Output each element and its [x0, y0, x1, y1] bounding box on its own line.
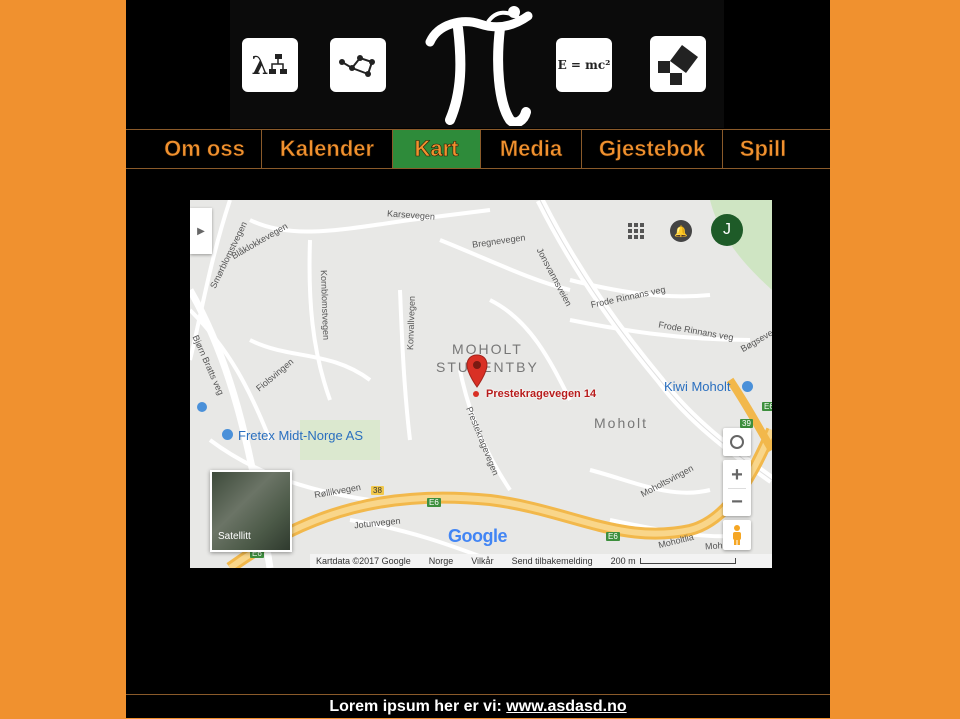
nav-item-kalender[interactable]: Kalender: [262, 130, 393, 168]
nav-item-kart[interactable]: Kart: [393, 130, 481, 168]
shop-icon: [742, 381, 753, 392]
zoom-out-button[interactable]: −: [731, 489, 743, 515]
nav-item-media[interactable]: Media: [481, 130, 582, 168]
account-avatar[interactable]: J: [711, 214, 743, 246]
road-shield: E6: [606, 532, 620, 541]
map-attribution-bar: Kartdata ©2017 Google Norge Vilkår Send …: [310, 554, 772, 568]
map-marker-icon[interactable]: [466, 354, 488, 388]
map-scale: 200 m: [611, 556, 736, 566]
marker-dot: [473, 391, 479, 397]
nav-item-om-oss[interactable]: Om oss: [148, 130, 262, 168]
shop-icon: [222, 429, 233, 440]
marker-label: Prestekragevegen 14: [486, 388, 597, 400]
satellite-label: Satellitt: [218, 531, 251, 542]
road-label: Konvallvegen: [405, 295, 417, 351]
my-location-button[interactable]: [723, 428, 751, 456]
crosshair-icon: [730, 435, 744, 449]
area-label-moholt-district: Moholt: [594, 415, 649, 431]
zoom-in-button[interactable]: +: [731, 462, 743, 488]
pi-figure-logo: [418, 2, 540, 128]
page-footer: Lorem ipsum her er vi: www.asdasd.no: [126, 694, 830, 719]
chevron-right-icon: ▶: [197, 225, 205, 237]
footer-text: Lorem ipsum her er vi:: [329, 698, 507, 715]
nav-item-gjestebok[interactable]: Gjestebok: [582, 130, 723, 168]
map-region-link[interactable]: Norge: [429, 556, 454, 566]
cart-icon: [197, 402, 207, 412]
zoom-control: + −: [723, 460, 751, 516]
road-shield: 38: [371, 486, 384, 495]
poi-fretex[interactable]: Fretex Midt-Norge AS: [238, 428, 363, 443]
map-scale-label: 200 m: [610, 556, 636, 566]
graph-network-icon: [330, 38, 386, 92]
map-attribution: Kartdata ©2017 Google: [316, 556, 411, 566]
road-shield: E6: [427, 498, 441, 507]
main-nav: Om oss Kalender Kart Media Gjestebok Spi…: [126, 129, 830, 169]
google-logo: Google: [448, 526, 508, 546]
satellite-toggle-button[interactable]: Satellitt: [210, 470, 292, 552]
emc2-icon: E = mc²: [556, 38, 612, 92]
lambda-flowchart-icon: λ: [242, 38, 298, 92]
side-panel-toggle[interactable]: ▶: [190, 208, 212, 254]
map-scale-bar: [639, 558, 736, 564]
road-shield: E6: [762, 402, 772, 411]
map-terms-link[interactable]: Vilkår: [471, 556, 493, 566]
emc2-text: E = mc²: [557, 58, 611, 72]
poi-kiwi[interactable]: Kiwi Moholt: [664, 379, 730, 394]
notifications-bell-icon[interactable]: 🔔: [670, 220, 692, 242]
nav-item-spill[interactable]: Spill: [723, 130, 803, 168]
header-banner: λ E = mc²: [230, 0, 724, 128]
lambda-text: λ: [251, 50, 269, 80]
pythagoras-icon: [650, 36, 706, 92]
apps-grid-icon[interactable]: [628, 223, 644, 239]
page-content: λ E = mc² Om oss Kalender Kart Media Gje…: [126, 0, 830, 718]
map-feedback-link[interactable]: Send tilbakemelding: [512, 556, 593, 566]
footer-link[interactable]: www.asdasd.no: [506, 698, 626, 715]
road-shield: 39: [740, 419, 753, 428]
street-view-pegman-icon[interactable]: [723, 520, 751, 550]
google-map[interactable]: Karsevegen Bregnevegen Jonsvannsveien Fr…: [190, 200, 772, 568]
